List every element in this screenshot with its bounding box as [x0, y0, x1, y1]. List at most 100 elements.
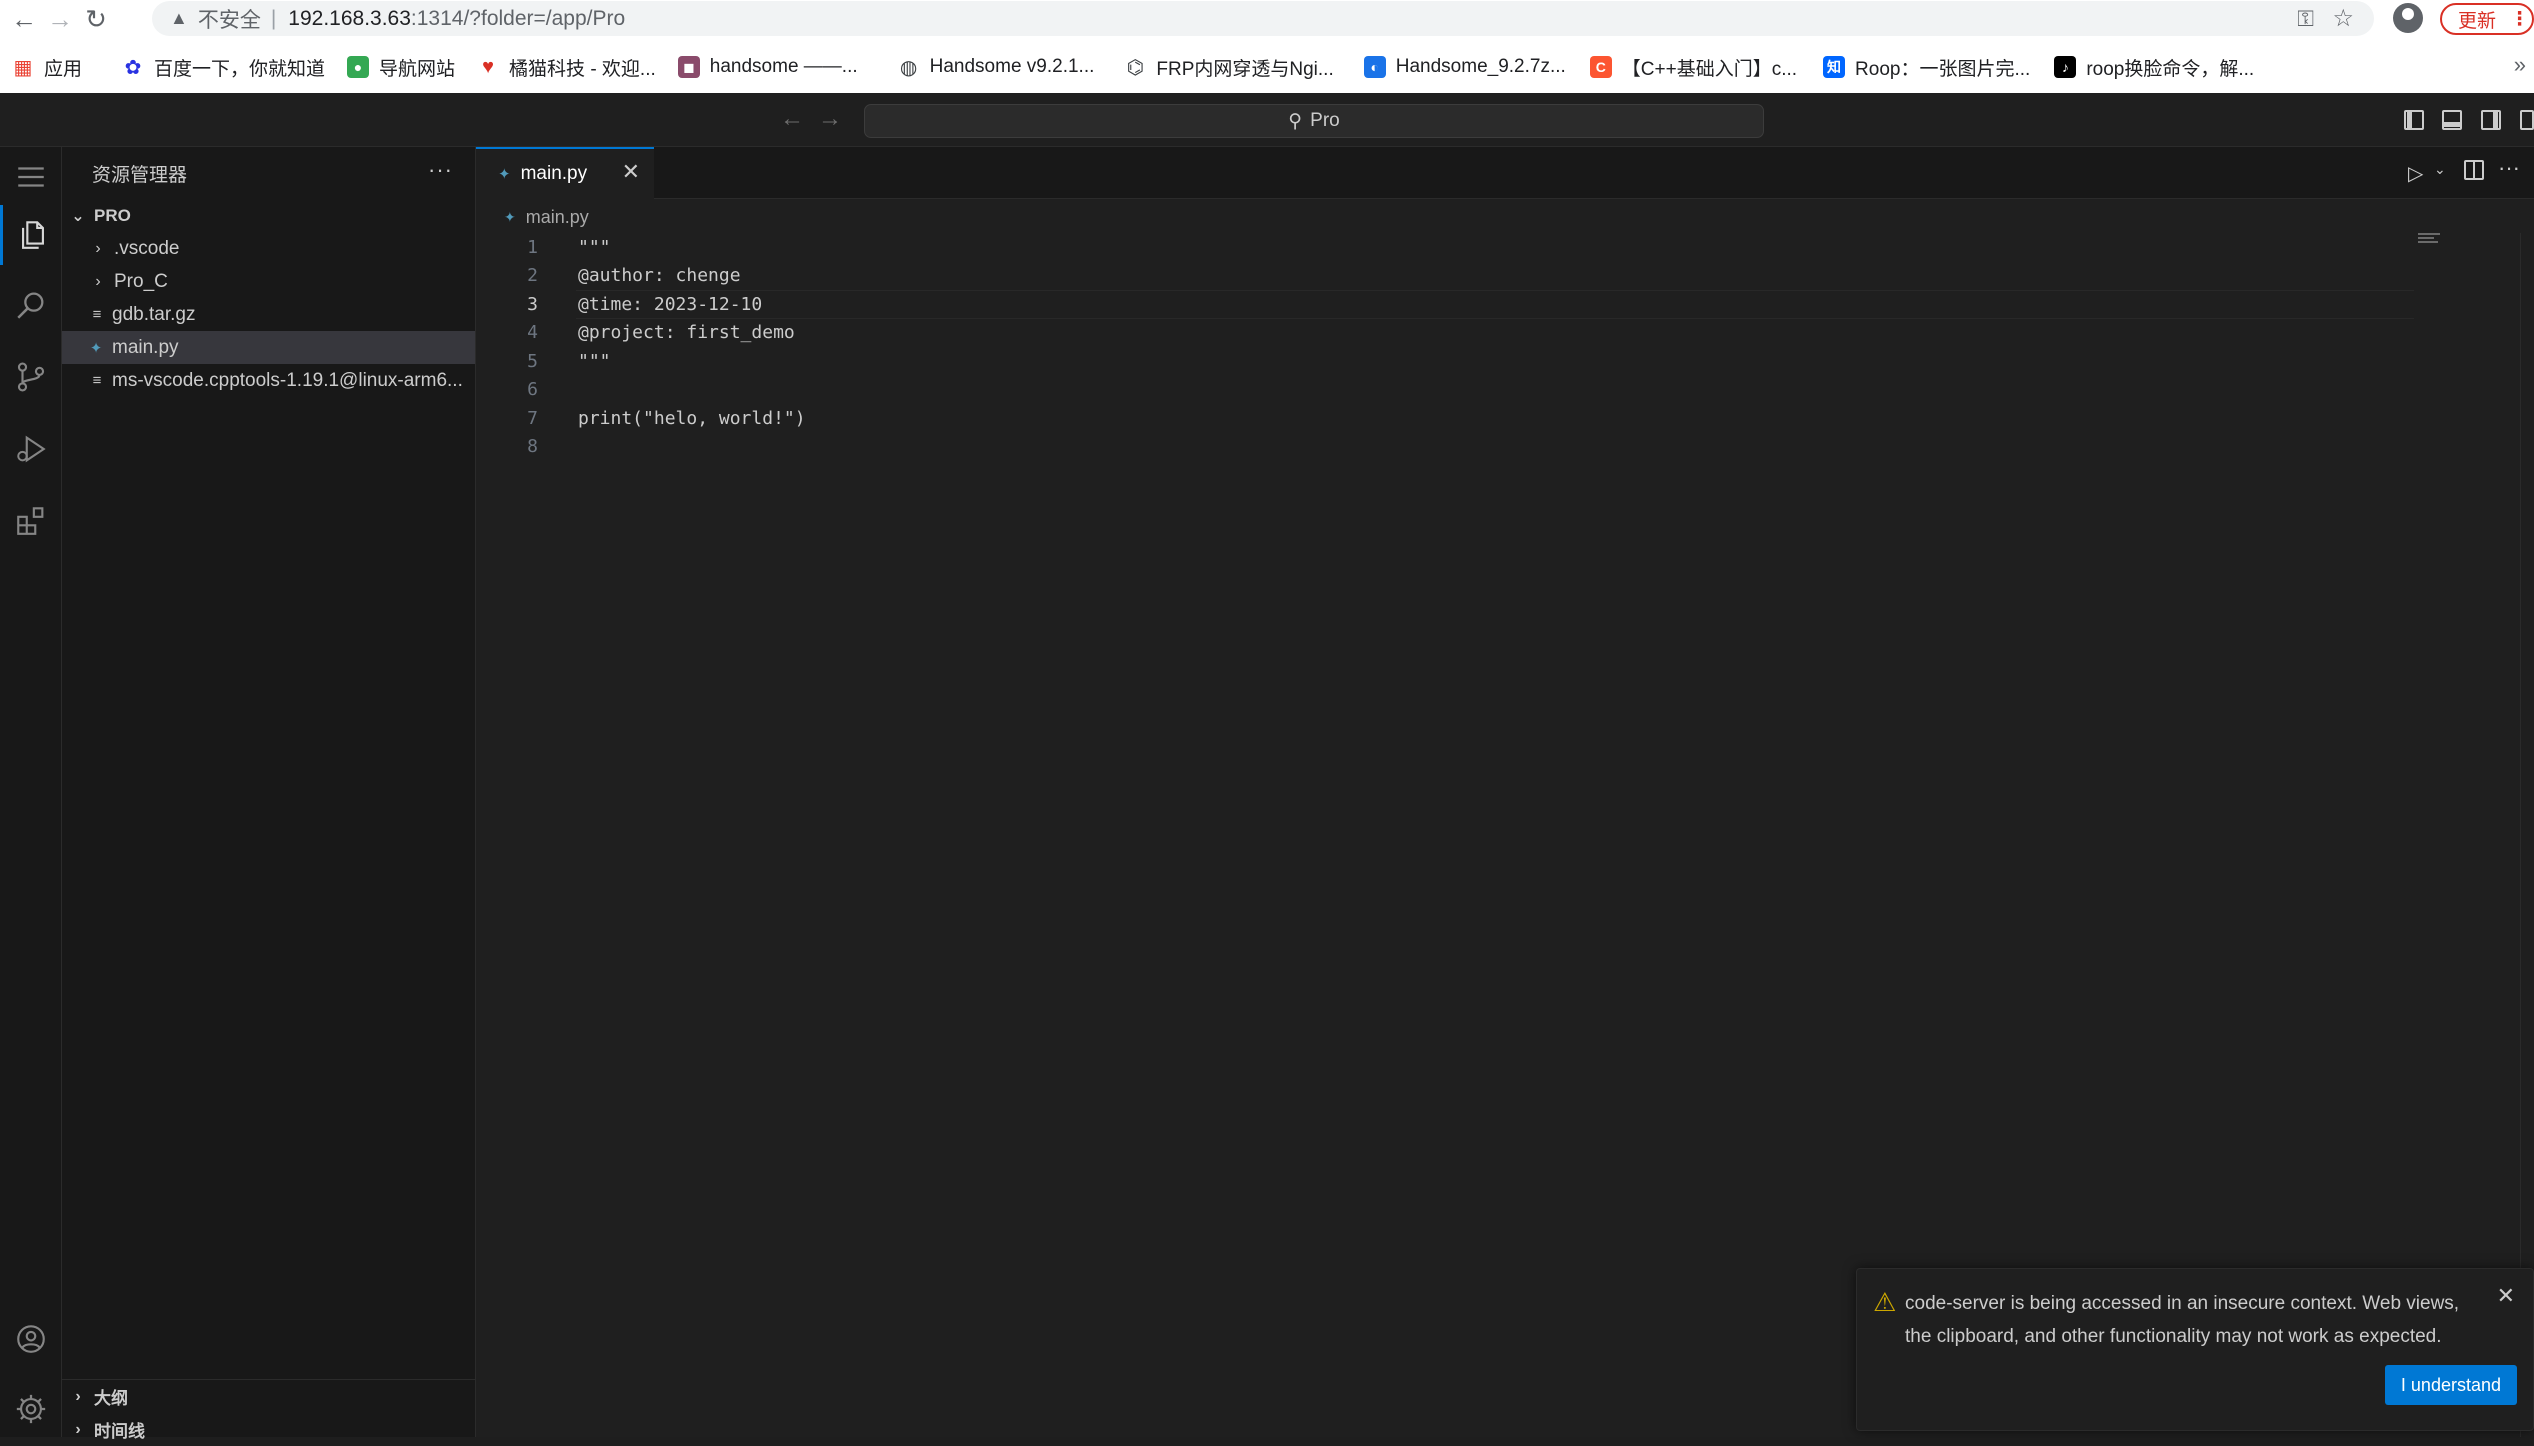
menu-dots-icon: ⋮	[2510, 8, 2530, 30]
bookmark-label: 百度一下，你就知道	[154, 58, 326, 80]
editor-scrollbar[interactable]	[2520, 233, 2534, 1437]
line-number: 2	[527, 265, 538, 287]
more-actions-icon[interactable]: ···	[428, 157, 453, 183]
bookmark-item[interactable]: ● 导航网站	[347, 54, 455, 81]
code-line[interactable]: 1 """	[476, 233, 2534, 262]
tree-file[interactable]: ≡ ms-vscode.cpptools-1.19.1@linux-arm6...	[62, 364, 475, 397]
activity-bar	[0, 147, 62, 1437]
bookmark-item[interactable]: 知 Roop：一张图片完...	[1823, 54, 2030, 81]
edge-wave-icon: ◐	[1363, 56, 1386, 78]
line-number: 4	[527, 322, 538, 344]
baidu-paw-icon: ✿	[124, 56, 142, 79]
url-path: :1314/?folder=/app/Pro	[410, 6, 626, 30]
breadcrumb-file: main.py	[525, 206, 589, 227]
notification-message: code-server is being accessed in an inse…	[1905, 1293, 2460, 1347]
breadcrumb[interactable]: ✦ main.py	[504, 203, 589, 231]
code-line[interactable]: 7 print("helo, world!")	[476, 404, 2534, 433]
update-button[interactable]: 更新 ⋮	[2440, 3, 2534, 35]
tree-folder[interactable]: › Pro_C	[62, 265, 475, 298]
warning-triangle-icon: ▲	[170, 8, 188, 28]
address-bar[interactable]: ▲ 不安全 | 192.168.3.63 :1314/?folder=/app/…	[152, 1, 2374, 36]
chevron-right-icon: ›	[75, 1420, 81, 1438]
bookmark-item[interactable]: C 【C++基础入门】c...	[1589, 54, 1798, 81]
close-icon[interactable]: ✕	[2497, 1283, 2515, 1309]
bookmark-label: 应用	[44, 58, 83, 80]
explorer-sidebar: 资源管理器 ··· ⌄ PRO › .vscode › Pro_C ≡ gdb.tar.g…	[62, 147, 476, 1441]
code-line[interactable]: 2 @author: chenge	[476, 262, 2534, 291]
profile-avatar-icon[interactable]	[2393, 3, 2423, 33]
more-actions-icon[interactable]: ···	[2498, 155, 2520, 181]
line-number: 6	[527, 379, 538, 401]
outline-section[interactable]: › 大纲	[62, 1380, 476, 1413]
chevron-down-icon: ⌄	[71, 207, 85, 225]
go-forward-icon[interactable]: →	[818, 105, 842, 133]
menu-hamburger-icon[interactable]	[0, 147, 62, 207]
heart-icon: ♥	[482, 55, 494, 78]
bookmark-item[interactable]: ♪ roop换脸命令，解...	[2054, 54, 2254, 81]
bookmark-item[interactable]: ⌬ FRP内网穿透与Ngi...	[1124, 54, 1334, 81]
file-tree: › .vscode › Pro_C ≡ gdb.tar.gz ✦ main.py ≡ ms-vsc…	[62, 232, 475, 397]
accounts-icon[interactable]	[0, 1309, 62, 1369]
back-arrow-icon[interactable]: ←	[6, 1, 42, 37]
bookmark-item[interactable]: ✿ 百度一下，你就知道	[122, 54, 325, 81]
workspace-root[interactable]: ⌄ PRO	[62, 199, 475, 232]
bookmark-item[interactable]: ♥ 橘猫科技 - 欢迎...	[477, 54, 656, 81]
tree-file[interactable]: ≡ gdb.tar.gz	[62, 298, 475, 331]
bookmark-label: handsome ——...	[709, 56, 858, 77]
settings-gear-icon[interactable]	[0, 1379, 62, 1439]
toggle-panel-icon[interactable]	[2442, 110, 2462, 130]
line-number: 8	[527, 436, 538, 458]
tab-main-py[interactable]: ✦ main.py ✕	[476, 147, 654, 199]
search-icon[interactable]	[0, 275, 62, 335]
toggle-secondary-sidebar-icon[interactable]	[2481, 110, 2501, 130]
customize-layout-icon[interactable]	[2520, 110, 2534, 130]
command-center[interactable]: ⚲ Pro	[864, 104, 1764, 138]
code-text: """	[578, 236, 611, 258]
forward-arrow-icon[interactable]: →	[42, 1, 78, 37]
code-line[interactable]: 5 """	[476, 347, 2534, 376]
tree-file[interactable]: ✦ main.py	[62, 331, 475, 364]
code-text: @author: chenge	[578, 265, 741, 287]
tree-folder[interactable]: › .vscode	[62, 232, 475, 265]
explorer-files-icon[interactable]	[0, 205, 62, 265]
zhihu-icon: 知	[1823, 56, 1846, 78]
bookmark-label: 【C++基础入门】c...	[1621, 58, 1798, 80]
code-line[interactable]: 8	[476, 433, 2534, 462]
split-editor-icon[interactable]	[2464, 160, 2484, 180]
chevron-down-icon[interactable]: ⌄	[2434, 161, 2446, 178]
tree-item-label: .vscode	[114, 237, 180, 259]
source-control-icon[interactable]	[0, 347, 62, 407]
bookmark-item[interactable]: ▦ 应用	[12, 54, 82, 81]
bookmark-item[interactable]: ◼ handsome ——...	[677, 56, 858, 78]
globe-icon: ◍	[899, 56, 918, 79]
code-text: print("helo, world!")	[578, 407, 806, 429]
tree-item-label: main.py	[112, 336, 179, 358]
i-understand-button[interactable]: I understand	[2384, 1365, 2517, 1405]
insecure-context-notification: ⚠ code-server is being accessed in an in…	[1856, 1268, 2534, 1431]
code-line[interactable]: 6	[476, 376, 2534, 405]
tab-label: main.py	[520, 163, 588, 184]
globe-green-icon: ●	[347, 56, 370, 78]
run-debug-icon[interactable]	[0, 419, 62, 479]
more-bookmarks-icon[interactable]: »	[2514, 52, 2526, 78]
close-icon[interactable]: ✕	[622, 159, 640, 185]
code-line[interactable]: 3 @time: 2023-12-10	[476, 290, 2534, 319]
code-text: """	[578, 350, 611, 372]
code-line[interactable]: 4 @project: first_demo	[476, 319, 2534, 348]
star-icon[interactable]: ☆	[2332, 4, 2354, 33]
bookmark-label: FRP内网穿透与Ngi...	[1156, 58, 1334, 80]
address-separator: |	[270, 6, 277, 30]
bookmark-item[interactable]: ◍ Handsome v9.2.1...	[898, 56, 1095, 79]
code-editor[interactable]: 1 """ 2 @author: chenge 3 @time: 2023-12-10 4 @…	[476, 233, 2534, 461]
run-python-file-icon[interactable]: ▷	[2408, 161, 2423, 186]
insecure-label: 不安全	[197, 8, 261, 32]
minimap[interactable]	[2418, 233, 2440, 247]
bookmark-item[interactable]: ◐ Handsome_9.2.7z...	[1363, 56, 1566, 78]
csdn-c-icon: C	[1589, 56, 1612, 78]
timeline-section[interactable]: › 时间线	[62, 1413, 476, 1446]
key-icon[interactable]: ⚿	[2297, 6, 2314, 32]
toggle-primary-sidebar-icon[interactable]	[2404, 110, 2424, 130]
go-back-icon[interactable]: ←	[780, 105, 804, 133]
extensions-icon[interactable]	[0, 491, 62, 551]
reload-icon[interactable]: ↻	[78, 1, 114, 37]
